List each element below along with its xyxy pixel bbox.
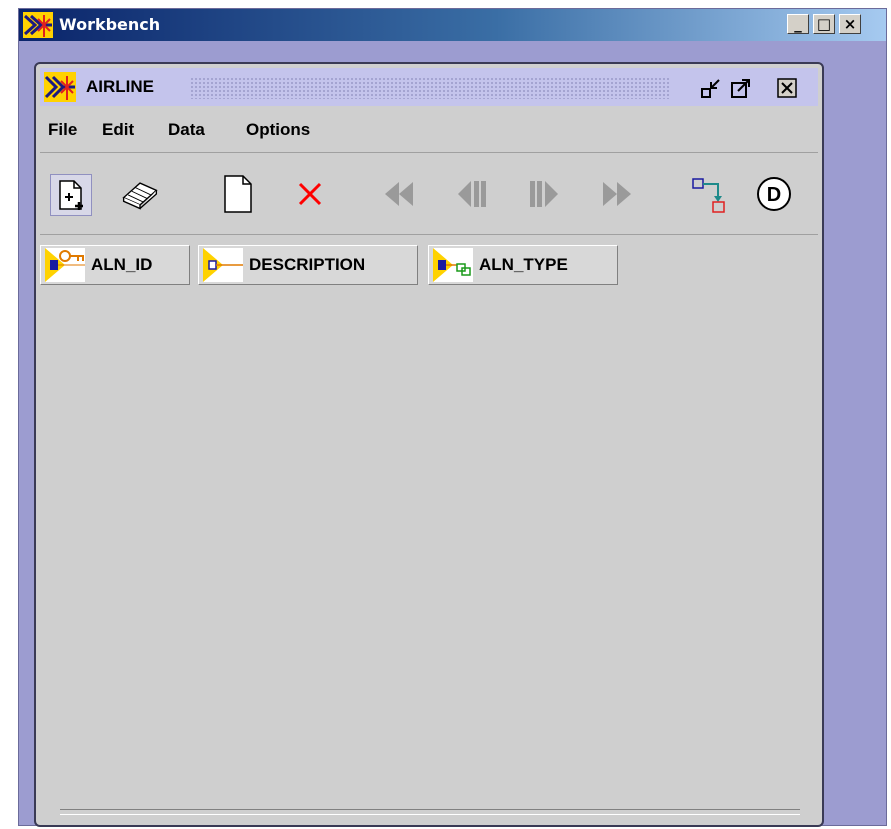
primary-key-icon bbox=[45, 248, 85, 282]
close-button[interactable]: × bbox=[839, 14, 861, 34]
previous-record-button[interactable] bbox=[452, 174, 492, 214]
menu-edit[interactable]: Edit bbox=[102, 120, 134, 140]
details-button[interactable]: D bbox=[754, 174, 794, 214]
column-header-description[interactable]: DESCRIPTION bbox=[198, 245, 418, 285]
relation-button[interactable] bbox=[690, 174, 730, 214]
app-logo-icon bbox=[23, 12, 53, 38]
relation-icon bbox=[692, 178, 725, 213]
delete-icon bbox=[298, 182, 322, 206]
next-record-button[interactable] bbox=[524, 174, 564, 214]
previous-record-icon bbox=[458, 181, 486, 207]
frame-title: AIRLINE bbox=[86, 77, 154, 96]
column-header-aln-id[interactable]: ALN_ID bbox=[40, 245, 190, 285]
menu-bar: File Edit Data Options bbox=[40, 112, 818, 153]
details-label: D bbox=[767, 184, 781, 206]
status-separator bbox=[60, 809, 800, 815]
eraser-icon bbox=[122, 182, 158, 210]
column-label: ALN_ID bbox=[91, 255, 153, 274]
maximize-button[interactable]: □ bbox=[813, 14, 835, 34]
next-record-icon bbox=[530, 181, 558, 207]
frame-title-bar[interactable]: AIRLINE bbox=[40, 68, 818, 106]
column-label: DESCRIPTION bbox=[249, 255, 366, 274]
maximize-icon bbox=[731, 79, 750, 98]
window-title: Workbench bbox=[59, 15, 161, 34]
iconify-button[interactable] bbox=[700, 77, 722, 99]
first-record-icon bbox=[385, 182, 413, 206]
blank-page-button[interactable] bbox=[218, 174, 258, 214]
column-label: ALN_TYPE bbox=[479, 255, 568, 274]
menu-options[interactable]: Options bbox=[246, 120, 310, 140]
frame-close-button[interactable] bbox=[776, 77, 798, 99]
delete-button[interactable] bbox=[290, 174, 330, 214]
last-record-button[interactable] bbox=[596, 174, 636, 214]
attribute-icon bbox=[203, 248, 243, 282]
iconify-icon bbox=[701, 79, 720, 98]
frame-maximize-button[interactable] bbox=[730, 77, 752, 99]
details-icon: D bbox=[757, 177, 791, 211]
minimize-button[interactable]: _ bbox=[787, 14, 809, 34]
workbench-window: Workbench _ □ × AIRLINE File Edit Data O… bbox=[18, 8, 887, 827]
column-headers: ALN_ID DESCRIPTION ALN_TYPE bbox=[40, 242, 818, 285]
workbench-title-bar[interactable]: Workbench _ □ × bbox=[19, 9, 886, 41]
frame-logo-icon bbox=[44, 72, 76, 102]
title-bar-texture bbox=[190, 77, 670, 99]
last-record-icon bbox=[603, 182, 631, 206]
foreign-key-icon bbox=[433, 248, 473, 282]
airline-internal-frame: AIRLINE File Edit Data Options D ALN_ID … bbox=[34, 62, 824, 827]
new-record-icon bbox=[59, 180, 83, 210]
first-record-button[interactable] bbox=[380, 174, 420, 214]
new-record-button[interactable] bbox=[50, 174, 92, 216]
menu-file[interactable]: File bbox=[48, 120, 77, 140]
column-header-aln-type[interactable]: ALN_TYPE bbox=[428, 245, 618, 285]
blank-page-icon bbox=[224, 175, 252, 213]
close-icon bbox=[777, 78, 797, 98]
toolbar: D bbox=[40, 156, 818, 235]
eraser-button[interactable] bbox=[120, 174, 160, 214]
menu-data[interactable]: Data bbox=[168, 120, 205, 140]
